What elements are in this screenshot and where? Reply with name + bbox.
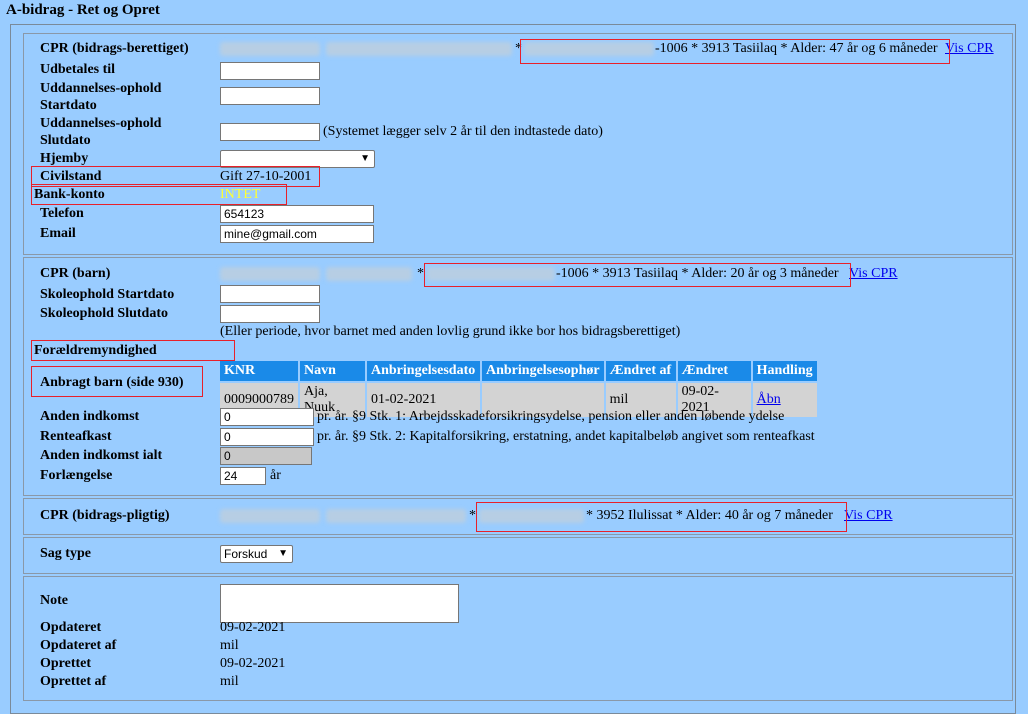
udd-slut-input[interactable] xyxy=(220,123,320,141)
blurred-name xyxy=(326,509,466,523)
udd-slut-label-1: Uddannelses-ophold xyxy=(40,116,162,131)
udd-start-input[interactable] xyxy=(220,87,320,105)
skole-slut-label: Skoleophold Slutdato xyxy=(40,306,168,321)
column-header-anbringelsesophoer: Anbringelsesophør xyxy=(482,361,604,381)
renteafkast-hint: pr. år. §9 Stk. 2: Kapitalforsikring, er… xyxy=(317,429,815,444)
anden-indkomst-hint: pr. år. §9 Stk. 1: Arbejdsskadeforsikrin… xyxy=(317,409,785,424)
section-pligtig: CPR (bidrags-pligtig) * * 3952 Ilulissat… xyxy=(23,498,1013,535)
vis-cpr-link-pligtig[interactable]: Vis CPR xyxy=(844,508,893,524)
aabn-link[interactable]: Åbn xyxy=(757,392,781,407)
highlight-cpr-pligtig xyxy=(476,502,847,532)
column-header-handling: Handling xyxy=(752,361,817,381)
chevron-down-icon: ▼ xyxy=(360,153,370,164)
udd-start-label-1: Uddannelses-ophold xyxy=(40,81,162,96)
blurred-cpr-number xyxy=(220,42,320,56)
opdateret-value: 09-02-2021 xyxy=(220,620,286,635)
column-header-anbringelsesdato: Anbringelsesdato xyxy=(367,361,480,381)
note-label: Note xyxy=(40,593,68,608)
renteafkast-label: Renteafkast xyxy=(40,429,112,444)
section-barn: CPR (barn) * -1006 * 3913 Tasiilaq * Ald… xyxy=(23,257,1013,496)
highlight-anbragt-barn xyxy=(31,366,203,397)
anden-indkomst-input[interactable] xyxy=(220,408,314,426)
skole-slut-input[interactable] xyxy=(220,305,320,323)
opdateret-label: Opdateret xyxy=(40,620,102,635)
cpr-pligtig-label: CPR (bidrags-pligtig) xyxy=(40,508,170,523)
asterisk-separator: * xyxy=(417,266,424,281)
udbetales-input[interactable] xyxy=(220,62,320,80)
note-textarea[interactable] xyxy=(220,584,459,623)
udd-start-label-2: Startdato xyxy=(40,98,97,113)
vis-cpr-link-barn[interactable]: Vis CPR xyxy=(849,266,898,282)
page-title: A-bidrag - Ret og Opret xyxy=(6,2,160,18)
anden-indkomst-ialt-input xyxy=(220,447,312,465)
skole-hint: (Eller periode, hvor barnet med anden lo… xyxy=(220,324,681,339)
table-header-row: KNR Navn Anbringelsesdato Anbringelsesop… xyxy=(220,361,817,381)
opdateret-af-value: mil xyxy=(220,638,239,653)
section-meta: Note Opdateret 09-02-2021 Opdateret af m… xyxy=(23,576,1013,701)
blurred-name xyxy=(326,42,512,56)
highlight-cpr-berettiget xyxy=(520,39,950,64)
sag-type-select[interactable]: Forskud ▼ xyxy=(220,545,293,563)
forlaengelse-label: Forlængelse xyxy=(40,468,113,483)
section-berettiget: CPR (bidrags-berettiget) * -1006 * 3913 … xyxy=(23,33,1013,255)
forlaengelse-input[interactable] xyxy=(220,467,266,485)
skole-start-label: Skoleophold Startdato xyxy=(40,287,175,302)
oprettet-label: Oprettet xyxy=(40,656,92,671)
udd-slut-label-2: Slutdato xyxy=(40,133,91,148)
highlight-bank-konto xyxy=(31,184,287,205)
opdateret-af-label: Opdateret af xyxy=(40,638,117,653)
oprettet-value: 09-02-2021 xyxy=(220,656,286,671)
telefon-input[interactable] xyxy=(220,205,374,223)
cpr-barn-label: CPR (barn) xyxy=(40,266,111,281)
section-sag: Sag type Forskud ▼ xyxy=(23,537,1013,574)
column-header-navn: Navn xyxy=(300,361,365,381)
skole-start-input[interactable] xyxy=(220,285,320,303)
hjemby-label: Hjemby xyxy=(40,151,89,166)
blurred-name xyxy=(326,267,412,281)
blurred-cpr-number xyxy=(220,267,320,281)
chevron-down-icon: ▼ xyxy=(278,548,288,559)
forlaengelse-unit: år xyxy=(270,468,281,483)
sag-type-label: Sag type xyxy=(40,546,91,561)
cpr-berettiget-label: CPR (bidrags-berettiget) xyxy=(40,41,189,56)
sag-type-selected: Forskud xyxy=(224,547,268,561)
column-header-aendret: Ændret xyxy=(677,361,751,381)
anden-indkomst-ialt-label: Anden indkomst ialt xyxy=(40,448,163,463)
highlight-foraeldremyndighed xyxy=(31,340,235,361)
anden-indkomst-label: Anden indkomst xyxy=(40,409,140,424)
column-header-aendret-af: Ændret af xyxy=(605,361,676,381)
email-label: Email xyxy=(40,226,76,241)
asterisk-separator: * xyxy=(469,508,476,523)
udd-slut-hint: (Systemet lægger selv 2 år til den indta… xyxy=(323,124,603,139)
vis-cpr-link-berettiget[interactable]: Vis CPR xyxy=(945,41,994,57)
blurred-cpr-number xyxy=(220,509,320,523)
udbetales-label: Udbetales til xyxy=(40,62,116,77)
oprettet-af-value: mil xyxy=(220,674,239,689)
highlight-cpr-barn xyxy=(424,263,851,287)
telefon-label: Telefon xyxy=(40,206,84,221)
renteafkast-input[interactable] xyxy=(220,428,314,446)
email-input[interactable] xyxy=(220,225,374,243)
column-header-knr: KNR xyxy=(220,361,298,381)
oprettet-af-label: Oprettet af xyxy=(40,674,107,689)
